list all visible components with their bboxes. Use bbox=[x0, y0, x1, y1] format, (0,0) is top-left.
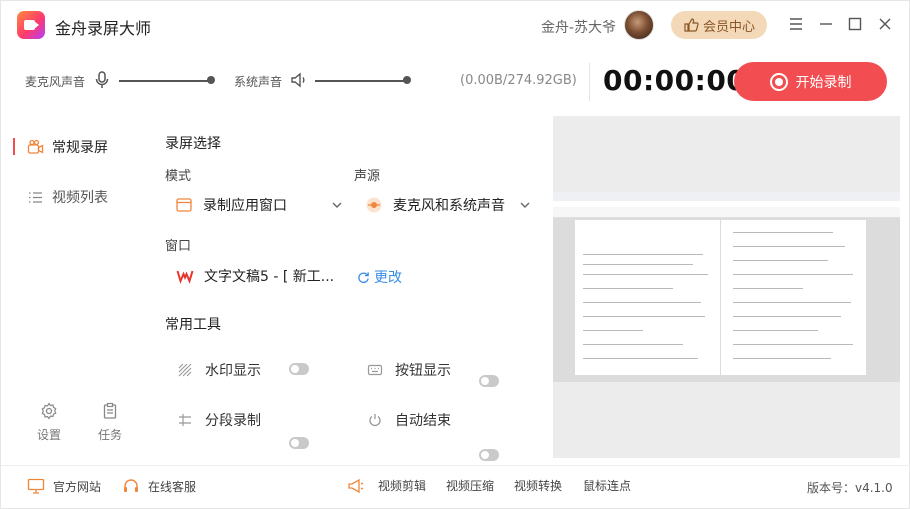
system-volume-label: 系统声音 bbox=[234, 75, 283, 89]
vip-label: 会员中心 bbox=[702, 19, 755, 35]
menu-icon[interactable] bbox=[787, 15, 805, 33]
target-window: 文字文稿5 - [ 新工... bbox=[176, 266, 334, 286]
watermark-icon bbox=[178, 363, 192, 377]
watermark-toggle[interactable] bbox=[289, 363, 309, 375]
system-volume-slider[interactable] bbox=[315, 80, 407, 82]
start-record-label: 开始录制 bbox=[795, 74, 852, 91]
mic-volume-handle[interactable] bbox=[207, 76, 215, 84]
version-label: 版本号：v4.1.0 bbox=[807, 481, 893, 495]
divider bbox=[589, 63, 590, 101]
mic-volume-slider[interactable] bbox=[119, 80, 211, 82]
avatar[interactable] bbox=[624, 10, 654, 40]
app-logo bbox=[17, 11, 45, 39]
record-icon bbox=[769, 72, 788, 91]
list-icon bbox=[29, 191, 42, 203]
microphone-icon[interactable] bbox=[94, 70, 110, 90]
tool-label: 按钮显示 bbox=[395, 363, 451, 379]
tool-watermark: 水印显示 bbox=[177, 360, 261, 380]
megaphone-link[interactable] bbox=[347, 477, 365, 495]
megaphone-icon bbox=[348, 478, 364, 494]
camera-icon bbox=[27, 139, 44, 154]
preview-screenshot bbox=[553, 192, 900, 382]
settings-button[interactable]: 设置 bbox=[29, 402, 69, 443]
close-icon[interactable] bbox=[876, 15, 894, 33]
segment-icon bbox=[179, 414, 191, 426]
window-value: 文字文稿5 - [ 新工... bbox=[204, 269, 335, 285]
chevron-down-icon bbox=[520, 202, 530, 208]
mode-label: 模式 bbox=[165, 169, 192, 184]
source-label: 声源 bbox=[354, 169, 381, 184]
official-website-link[interactable]: 官方网站 bbox=[27, 477, 101, 495]
username[interactable]: 金舟-苏大爷 bbox=[541, 17, 616, 37]
segment-record-toggle[interactable] bbox=[289, 437, 309, 449]
key-display-toggle[interactable] bbox=[479, 375, 499, 387]
tasks-button[interactable]: 任务 bbox=[90, 402, 130, 443]
power-icon bbox=[369, 414, 381, 427]
sidebar-item-label: 视频列表 bbox=[52, 190, 108, 206]
section-title-tools: 常用工具 bbox=[165, 317, 221, 333]
headset-icon bbox=[124, 479, 138, 492]
video-compress-link[interactable]: 视频压缩 bbox=[446, 477, 494, 494]
clipboard-icon bbox=[103, 402, 117, 419]
tool-key-display: 按钮显示 bbox=[367, 360, 451, 380]
tool-label: 自动结束 bbox=[395, 413, 451, 429]
start-record-button[interactable]: 开始录制 bbox=[734, 62, 887, 101]
window-icon bbox=[176, 198, 192, 212]
mic-volume-label: 麦克风声音 bbox=[25, 75, 86, 89]
change-window-link[interactable]: 更改 bbox=[357, 267, 402, 287]
window-label: 窗口 bbox=[165, 239, 192, 254]
settings-label: 设置 bbox=[36, 428, 61, 442]
sound-source-icon bbox=[366, 197, 382, 213]
sidebar-item-video-list[interactable]: 视频列表 bbox=[27, 187, 108, 207]
wps-writer-icon bbox=[176, 270, 194, 284]
minimize-icon[interactable] bbox=[817, 15, 835, 33]
gear-icon bbox=[41, 402, 57, 420]
tool-segment-record: 分段录制 bbox=[177, 410, 261, 430]
maximize-icon[interactable] bbox=[846, 15, 864, 33]
tasks-label: 任务 bbox=[97, 428, 122, 442]
online-support-link[interactable]: 在线客服 bbox=[122, 477, 196, 495]
auto-stop-toggle[interactable] bbox=[479, 449, 499, 461]
active-indicator bbox=[13, 138, 15, 155]
mode-value: 录制应用窗口 bbox=[203, 198, 287, 214]
tool-label: 水印显示 bbox=[205, 363, 261, 379]
tool-label: 分段录制 bbox=[205, 413, 261, 429]
mouse-clicker-link[interactable]: 鼠标连点 bbox=[583, 477, 631, 494]
storage-usage: (0.00B/274.92GB) bbox=[460, 73, 577, 88]
speaker-icon[interactable] bbox=[290, 71, 308, 89]
refresh-icon bbox=[358, 271, 369, 283]
monitor-icon bbox=[27, 478, 45, 494]
window-preview bbox=[553, 116, 900, 458]
footer-divider bbox=[1, 465, 910, 466]
keyboard-icon bbox=[367, 364, 383, 376]
section-title-record-select: 录屏选择 bbox=[165, 136, 221, 152]
app-title: 金舟录屏大师 bbox=[55, 19, 152, 38]
change-label: 更改 bbox=[374, 270, 402, 286]
tool-auto-stop: 自动结束 bbox=[367, 410, 451, 430]
video-edit-link[interactable]: 视频剪辑 bbox=[378, 477, 426, 494]
vip-center-button[interactable]: 会员中心 bbox=[671, 11, 767, 39]
support-label: 在线客服 bbox=[148, 479, 197, 494]
record-timer: 00:00:00 bbox=[603, 64, 747, 97]
mode-select[interactable]: 录制应用窗口 bbox=[175, 195, 343, 215]
system-volume-handle[interactable] bbox=[403, 76, 411, 84]
video-convert-link[interactable]: 视频转换 bbox=[514, 477, 562, 494]
app-window: 金舟录屏大师 金舟-苏大爷 会员中心 麦克风声音 系统声音 (0.00B/274… bbox=[0, 0, 910, 509]
sidebar-item-label: 常规录屏 bbox=[52, 140, 108, 156]
website-label: 官方网站 bbox=[53, 479, 102, 494]
audio-source-select[interactable]: 麦克风和系统声音 bbox=[365, 195, 531, 215]
sidebar-item-screen-record[interactable]: 常规录屏 bbox=[27, 137, 108, 157]
chevron-down-icon bbox=[332, 202, 342, 208]
thumbs-up-icon bbox=[684, 18, 699, 32]
source-value: 麦克风和系统声音 bbox=[393, 198, 505, 214]
